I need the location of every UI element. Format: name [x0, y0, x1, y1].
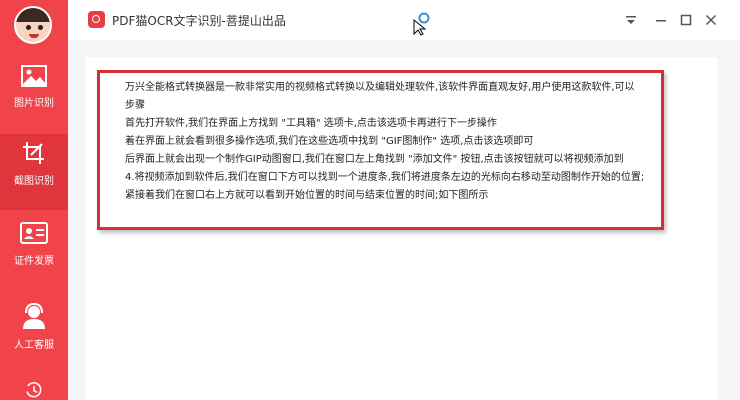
- app-logo-icon: [88, 11, 105, 28]
- sidebar-item-label: 证件发票: [14, 256, 54, 267]
- crop-icon: [23, 142, 44, 164]
- sidebar-item-label: 截图识别: [14, 176, 54, 187]
- text-line: 紧接着我们在窗口右上方就可以看到开始位置的时间与结束位置的时间;如下图所示: [125, 190, 489, 201]
- history-icon: [26, 382, 42, 398]
- text-line: 万兴全能格式转换器是一款非常实用的视频格式转换以及编辑处理软件,该软件界面直观友…: [125, 82, 635, 93]
- avatar-hair: [16, 8, 50, 22]
- id-card-icon: [20, 222, 48, 244]
- avatar[interactable]: [14, 6, 52, 44]
- mouse-cursor-icon: [413, 12, 430, 36]
- avatar-eye-right: [38, 25, 43, 30]
- sidebar-item-id-invoice[interactable]: 证件发票: [0, 214, 68, 290]
- close-button[interactable]: [702, 12, 720, 28]
- minimize-icon: [656, 20, 666, 22]
- sidebar-item-label: 图片识别: [14, 98, 54, 109]
- dropdown-icon: [626, 16, 636, 24]
- text-line: 首先打开软件,我们在界面上方找到 "工具箱" 选项卡,点击该选项卡再进行下一步操…: [125, 118, 497, 129]
- image-icon: [21, 65, 47, 87]
- customer-service-icon: [23, 302, 45, 329]
- avatar-eye-left: [26, 25, 31, 30]
- text-line: 4.将视频添加到软件后,我们在窗口下方可以找到一个进度条,我们将进度条左边的光标…: [125, 172, 645, 183]
- sidebar-item-image-ocr[interactable]: 图片识别: [0, 58, 68, 134]
- maximize-icon: [680, 14, 692, 26]
- text-line: 着在界面上就会看到很多操作选项,我们在这些选项中找到 "GIF图制作" 选项,点…: [125, 136, 534, 147]
- ocr-text-area[interactable]: 万兴全能格式转换器是一款非常实用的视频格式转换以及编辑处理软件,该软件界面直观友…: [125, 79, 655, 205]
- sidebar-item-label: 人工客服: [14, 340, 54, 351]
- title-bar: PDF猫OCR文字识别-菩提山出品: [68, 0, 740, 40]
- sidebar-item-customer-service[interactable]: 人工客服: [0, 296, 68, 372]
- sidebar-item-screenshot-ocr[interactable]: 截图识别: [0, 134, 68, 210]
- maximize-button[interactable]: [677, 12, 695, 28]
- menu-dropdown-button[interactable]: [622, 12, 640, 28]
- text-line: 后界面上就会出现一个制作GIP动图窗口,我们在窗口左上角找到 "添加文件" 按钮…: [125, 154, 624, 165]
- text-line: 步骤: [125, 100, 145, 111]
- close-icon: [705, 14, 717, 26]
- window-title: PDF猫OCR文字识别-菩提山出品: [112, 14, 286, 28]
- avatar-mouth: [29, 34, 39, 38]
- sidebar-item-history[interactable]: [0, 374, 68, 400]
- sidebar: 图片识别 截图识别 证件发票 人工客服: [0, 0, 68, 400]
- minimize-button[interactable]: [652, 12, 670, 28]
